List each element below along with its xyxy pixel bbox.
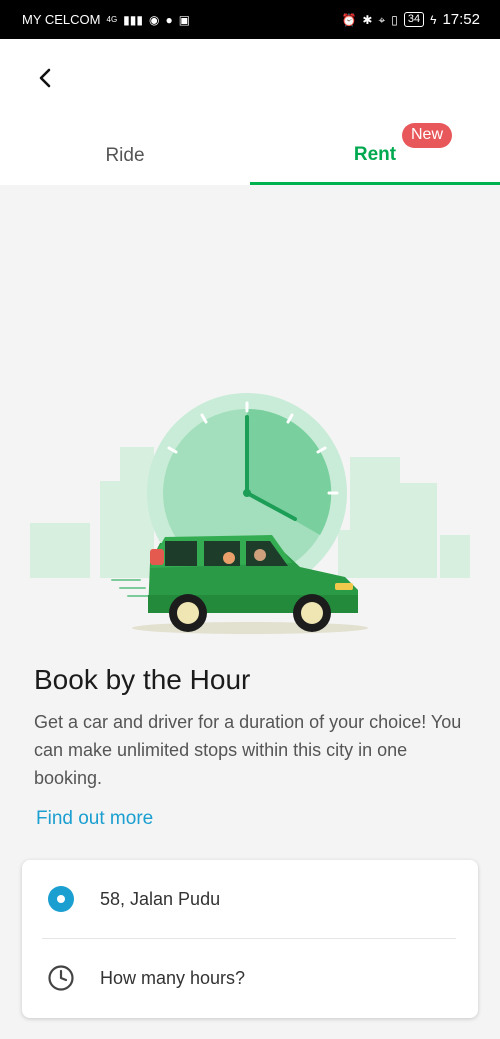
page-description: Get a car and driver for a duration of y… <box>34 712 462 788</box>
tab-ride[interactable]: Ride <box>0 127 250 185</box>
status-time: 17:52 <box>442 11 480 28</box>
alarm-icon: ⏰ <box>341 12 357 27</box>
tab-ride-label: Ride <box>105 145 145 166</box>
carrier-label: MY CELCOM <box>22 12 101 27</box>
clock-icon <box>48 965 74 991</box>
app-header: Ride Rent New <box>0 39 500 185</box>
signal-icon: ▮▮▮ <box>123 12 143 27</box>
pickup-location-text: 58, Jalan Pudu <box>100 888 221 909</box>
page-title: Book by the Hour <box>34 664 251 695</box>
pickup-icon-wrap <box>22 886 100 912</box>
tab-rent[interactable]: Rent New <box>250 123 500 185</box>
tab-bar: Ride Rent New <box>0 123 500 185</box>
network-type: 4G <box>106 15 118 24</box>
pickup-location-row[interactable]: 58, Jalan Pudu <box>22 860 478 938</box>
eye-icon: ◉ <box>148 12 160 27</box>
status-bar: MY CELCOM 4G ▮▮▮ ◉ ● ▣ ⏰ ✱ ⌖ ▯ 34 ϟ 17:5… <box>0 0 500 39</box>
hours-placeholder-text: How many hours? <box>100 967 246 988</box>
location-icon: ⌖ <box>378 12 386 27</box>
hours-row[interactable]: How many hours? <box>22 939 478 1017</box>
find-out-more-link[interactable]: Find out more <box>36 808 153 830</box>
pickup-dot-icon <box>48 886 74 912</box>
new-badge: New <box>402 123 453 148</box>
battery-level: 34 <box>403 12 425 27</box>
clock-icon-wrap <box>22 964 100 992</box>
chevron-left-icon <box>39 68 51 88</box>
booking-card: 58, Jalan Pudu How many hours? <box>22 860 478 1018</box>
status-right: ⏰ ✱ ⌖ ▯ 34 ϟ 17:52 <box>341 11 480 28</box>
vibrate-icon: ▯ <box>391 12 398 27</box>
tab-rent-label: Rent <box>353 143 397 165</box>
translate-icon: ▣ <box>178 12 191 27</box>
hero-illustration <box>30 393 470 634</box>
spotify-icon: ● <box>165 12 173 27</box>
back-button[interactable] <box>30 63 60 93</box>
bluetooth-icon: ✱ <box>362 12 373 27</box>
charging-icon: ϟ <box>430 12 437 27</box>
status-left: MY CELCOM 4G ▮▮▮ ◉ ● ▣ <box>22 12 190 27</box>
